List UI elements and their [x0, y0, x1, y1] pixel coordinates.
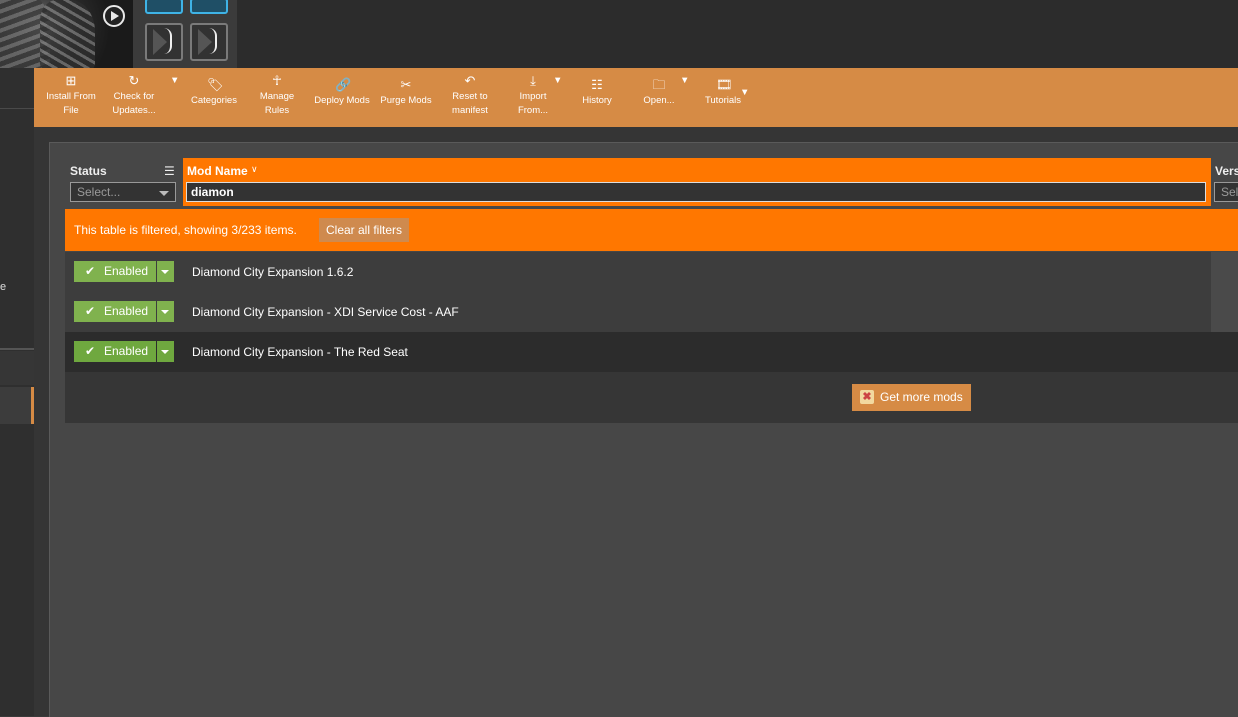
- filter-banner: This table is filtered, showing 3/233 it…: [65, 209, 1238, 251]
- install-label: Install From File: [46, 91, 96, 116]
- purge-label: Purge Mods: [380, 95, 432, 106]
- purge-mods-button[interactable]: ✂ Purge Mods: [380, 78, 432, 108]
- tool-launcher-icon[interactable]: [190, 23, 228, 61]
- mod-name-cell: Diamond City Expansion - XDI Service Cos…: [192, 305, 459, 319]
- version-column-header[interactable]: Vers: [1215, 164, 1238, 178]
- import-from-button[interactable]: ⤓ Import From...: [512, 74, 554, 118]
- tools-panel: [133, 0, 237, 68]
- tool-tile-icon[interactable]: [190, 0, 228, 14]
- list-icon[interactable]: ☰: [164, 165, 178, 177]
- status-column-header[interactable]: Status: [70, 164, 107, 178]
- table-footer: ✖ Get more mods: [65, 372, 1238, 423]
- tutorials-label: Tutorials: [704, 95, 742, 106]
- enabled-toggle-button[interactable]: ✔ Enabled: [74, 261, 156, 282]
- import-label: Import From...: [517, 91, 549, 116]
- history-label: History: [582, 95, 612, 106]
- get-more-mods-button[interactable]: ✖ Get more mods: [852, 384, 971, 411]
- folder-icon: 🗀: [652, 77, 666, 92]
- sidebar-divider: [0, 108, 34, 109]
- reset-manifest-button[interactable]: ↶ Reset to manifest: [444, 74, 496, 118]
- sidebar-item-mods-selected[interactable]: [0, 387, 34, 424]
- open-button[interactable]: 🗀 Open...: [641, 78, 677, 108]
- nexus-logo-icon: ✖: [860, 390, 874, 404]
- power-armor-art: [40, 0, 95, 68]
- version-filter-select[interactable]: Sel: [1214, 182, 1238, 202]
- status-label: Enabled: [104, 344, 149, 358]
- check-icon: ✔: [85, 264, 96, 278]
- mod-name-filter-input[interactable]: [186, 182, 1206, 202]
- manage-rules-label: Manage Rules: [259, 91, 295, 116]
- enabled-toggle-button[interactable]: ✔ Enabled: [74, 341, 156, 362]
- install-from-file-button[interactable]: ⊞ Install From File: [44, 74, 98, 118]
- sidebar-item[interactable]: [0, 351, 34, 385]
- mods-toolbar: ⊞ Install From File ↻ Check for Updates.…: [34, 68, 1238, 127]
- status-filter-select[interactable]: Select...: [70, 182, 176, 202]
- film-icon: 🎞: [716, 77, 733, 92]
- table-row[interactable]: ✔ Enabled Diamond City Expansion - XDI S…: [65, 292, 1211, 332]
- reset-label: Reset to manifest: [452, 91, 488, 116]
- clear-filters-button[interactable]: Clear all filters: [319, 218, 410, 242]
- sort-chevron-icon[interactable]: ∨: [251, 164, 258, 175]
- check-icon: ✔: [85, 344, 96, 358]
- get-more-label: Get more mods: [880, 390, 963, 404]
- chevron-down-icon: [159, 191, 169, 196]
- plus-box-icon: ⊞: [65, 73, 77, 88]
- left-sidebar: e: [0, 68, 35, 716]
- version-filter-placeholder: Sel: [1221, 185, 1238, 199]
- check-updates-dropdown-icon[interactable]: ▼: [170, 74, 179, 88]
- top-bar: [0, 0, 1238, 68]
- history-button[interactable]: ☷ History: [577, 78, 617, 108]
- tutorials-button[interactable]: 🎞 Tutorials: [702, 78, 744, 108]
- filter-message: This table is filtered, showing 3/233 it…: [74, 223, 297, 237]
- categories-label: Categories: [191, 95, 237, 106]
- open-label: Open...: [643, 95, 675, 106]
- manage-rules-button[interactable]: ☥ Manage Rules: [252, 74, 302, 118]
- hierarchy-icon: ☥: [272, 73, 282, 88]
- refresh-icon: ↻: [128, 73, 140, 88]
- mod-name-header-label[interactable]: Mod Name: [187, 164, 248, 178]
- broken-link-icon: ✂: [400, 77, 412, 92]
- enabled-toggle-button[interactable]: ✔ Enabled: [74, 301, 156, 322]
- table-row[interactable]: ✔ Enabled Diamond City Expansion 1.6.2: [65, 252, 1211, 292]
- import-icon: ⤓: [530, 73, 536, 88]
- deploy-label: Deploy Mods: [314, 95, 370, 106]
- categories-button[interactable]: 🏷 Categories: [189, 78, 239, 108]
- import-dropdown-icon[interactable]: ▼: [553, 74, 562, 88]
- undo-icon: ↶: [464, 73, 476, 88]
- status-dropdown-button[interactable]: [157, 261, 174, 282]
- play-icon[interactable]: [103, 5, 125, 27]
- row-extra-cell: [1211, 252, 1238, 292]
- game-thumbnail[interactable]: [0, 0, 133, 68]
- check-updates-label: Check for Updates...: [112, 91, 156, 116]
- status-filter-placeholder: Select...: [77, 185, 121, 199]
- deploy-mods-button[interactable]: 🔗 Deploy Mods: [314, 78, 370, 108]
- sidebar-item-label[interactable]: e: [0, 281, 6, 293]
- table-row-selected[interactable]: ✔ Enabled Diamond City Expansion - The R…: [65, 332, 1238, 372]
- link-icon: 🔗: [335, 77, 352, 92]
- status-dropdown-button[interactable]: [157, 341, 174, 362]
- history-icon: ☷: [591, 77, 603, 92]
- status-label: Enabled: [104, 304, 149, 318]
- tutorials-dropdown-icon[interactable]: ▼: [740, 86, 749, 100]
- check-icon: ✔: [85, 304, 96, 318]
- mod-name-column-header: Mod Name ∨: [183, 158, 1211, 206]
- status-dropdown-button[interactable]: [157, 301, 174, 322]
- tool-launcher-icon[interactable]: [145, 23, 183, 61]
- mod-name-cell: Diamond City Expansion 1.6.2: [192, 265, 354, 279]
- check-updates-button[interactable]: ↻ Check for Updates...: [108, 74, 160, 118]
- mod-name-cell: Diamond City Expansion - The Red Seat: [192, 345, 408, 359]
- status-label: Enabled: [104, 264, 149, 278]
- open-dropdown-icon[interactable]: ▼: [680, 74, 689, 88]
- row-extra-cell: [1211, 292, 1238, 332]
- tag-icon: 🏷: [207, 77, 224, 92]
- tool-tile-icon[interactable]: [145, 0, 183, 14]
- sidebar-divider: [0, 348, 34, 350]
